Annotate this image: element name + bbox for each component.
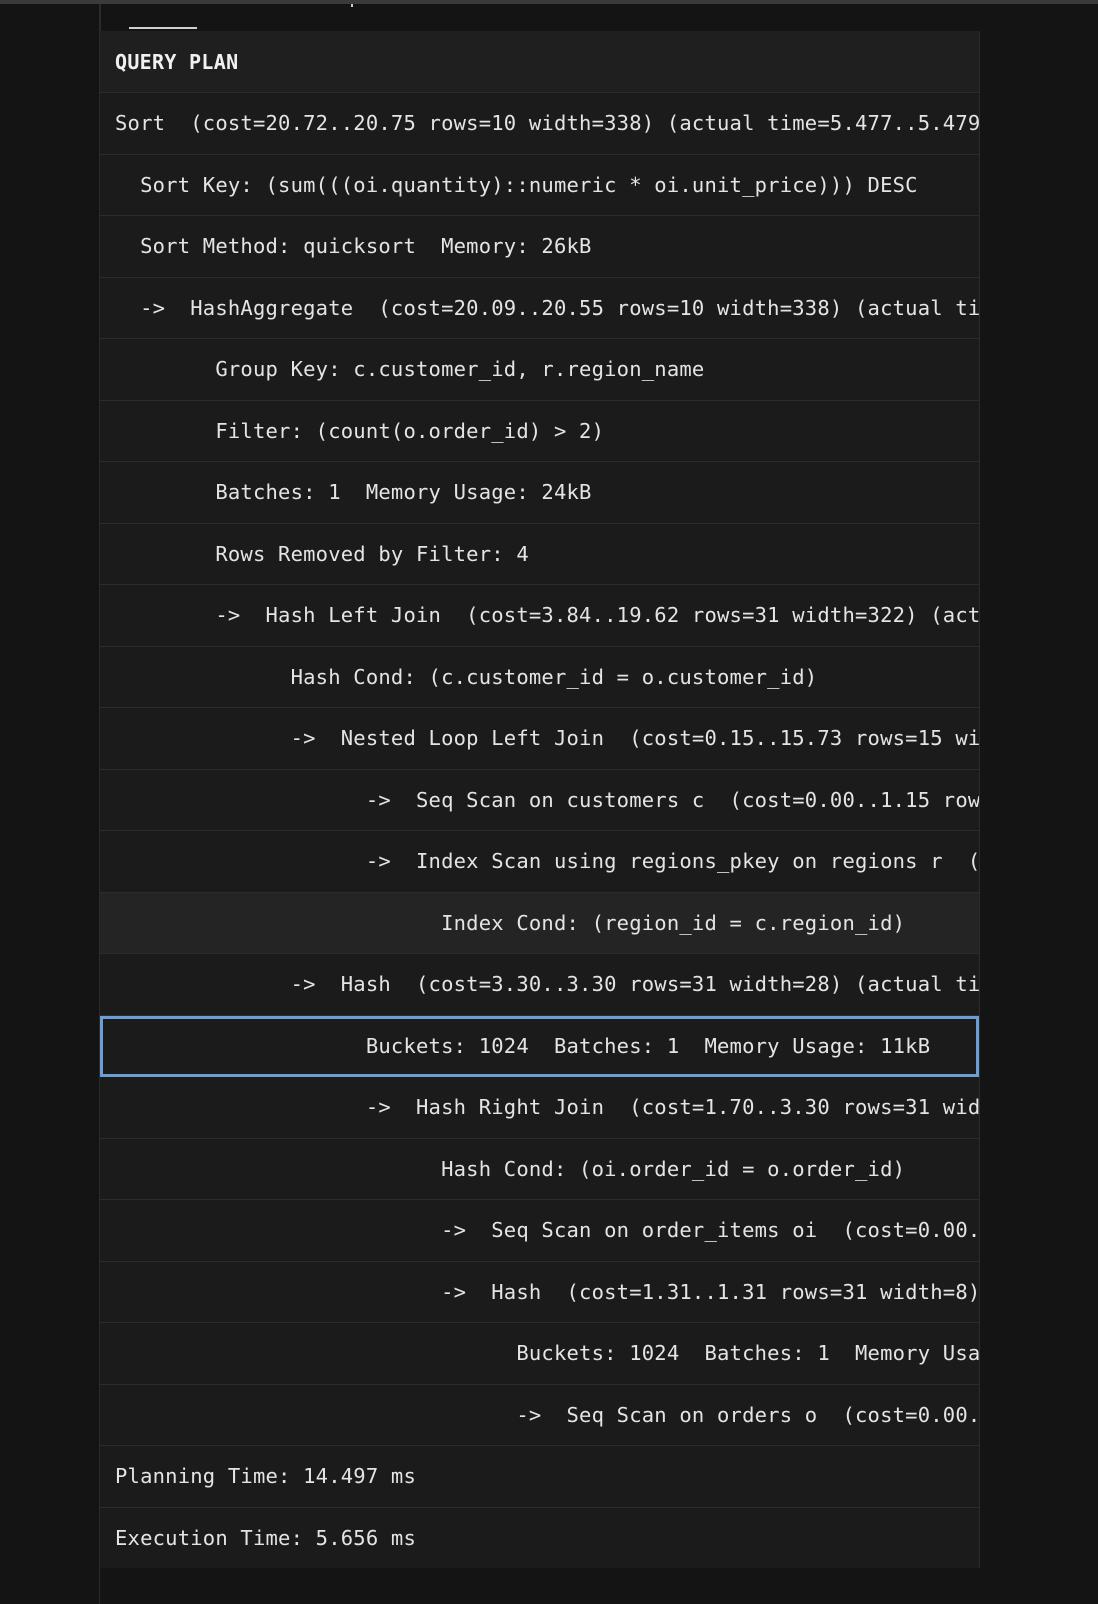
table-row[interactable]: Hash Cond: (c.customer_id = o.customer_i… (100, 647, 979, 708)
query-plan-cell[interactable]: Hash Cond: (c.customer_id = o.customer_i… (100, 665, 818, 689)
query-plan-cell[interactable]: Sort Method: quicksort Memory: 26kB (100, 234, 592, 258)
column-header-label: QUERY PLAN (115, 49, 239, 74)
query-plan-cell[interactable]: Execution Time: 5.656 ms (100, 1526, 416, 1550)
table-row[interactable]: Buckets: 1024 Batches: 1 Memory Usage: 1… (100, 1015, 979, 1077)
query-results-grid[interactable]: QUERY PLAN Sort (cost=20.72..20.75 rows=… (100, 31, 980, 1568)
table-row[interactable]: Hash Cond: (oi.order_id = o.order_id) (100, 1139, 979, 1200)
query-plan-cell[interactable]: Sort Key: (sum(((oi.quantity)::numeric *… (100, 173, 918, 197)
table-row[interactable]: -> HashAggregate (cost=20.09..20.55 rows… (100, 278, 979, 339)
query-plan-cell[interactable]: Index Cond: (region_id = c.region_id) (100, 911, 905, 935)
table-row[interactable]: Group Key: c.customer_id, r.region_name (100, 339, 979, 401)
table-row[interactable]: Filter: (count(o.order_id) > 2) (100, 401, 979, 462)
query-plan-cell[interactable]: Filter: (count(o.order_id) > 2) (100, 419, 604, 443)
query-plan-cell[interactable]: -> Nested Loop Left Join (cost=0.15..15.… (100, 726, 979, 750)
tab-marker (351, 4, 353, 7)
column-header-query-plan[interactable]: QUERY PLAN (100, 31, 979, 93)
query-plan-cell[interactable]: Batches: 1 Memory Usage: 24kB (100, 480, 592, 504)
query-plan-cell[interactable]: Buckets: 1024 Batches: 1 Memory Usage: 1… (100, 1341, 979, 1365)
table-row[interactable]: Index Cond: (region_id = c.region_id) (100, 892, 979, 954)
query-plan-cell[interactable]: -> Hash (cost=1.31..1.31 rows=31 width=8… (100, 1280, 979, 1304)
table-row[interactable]: Sort Key: (sum(((oi.quantity)::numeric *… (100, 155, 979, 216)
table-row[interactable]: -> Nested Loop Left Join (cost=0.15..15.… (100, 708, 979, 770)
table-row[interactable]: -> Seq Scan on order_items oi (cost=0.00… (100, 1200, 979, 1262)
table-row[interactable]: -> Seq Scan on customers c (cost=0.00..1… (100, 770, 979, 831)
query-plan-cell[interactable]: Buckets: 1024 Batches: 1 Memory Usage: 1… (100, 1034, 930, 1058)
query-plan-cell[interactable]: -> Seq Scan on orders o (cost=0.00..1.31… (100, 1403, 979, 1427)
table-row[interactable]: Execution Time: 5.656 ms (100, 1508, 979, 1569)
table-row[interactable]: Rows Removed by Filter: 4 (100, 524, 979, 585)
table-row[interactable]: -> Index Scan using regions_pkey on regi… (100, 831, 979, 893)
table-row[interactable]: Sort Method: quicksort Memory: 26kB (100, 216, 979, 278)
table-row[interactable]: -> Seq Scan on orders o (cost=0.00..1.31… (100, 1385, 979, 1446)
table-row[interactable]: Buckets: 1024 Batches: 1 Memory Usage: 1… (100, 1323, 979, 1385)
query-plan-cell[interactable]: -> Hash Right Join (cost=1.70..3.30 rows… (100, 1095, 979, 1119)
query-plan-cell[interactable]: -> Seq Scan on customers c (cost=0.00..1… (100, 788, 979, 812)
table-row[interactable]: -> Hash Left Join (cost=3.84..19.62 rows… (100, 585, 979, 647)
query-plan-cell[interactable]: -> HashAggregate (cost=20.09..20.55 rows… (100, 296, 979, 320)
table-row[interactable]: -> Hash (cost=1.31..1.31 rows=31 width=8… (100, 1262, 979, 1323)
table-row[interactable]: -> Hash (cost=3.30..3.30 rows=31 width=2… (100, 954, 979, 1016)
active-tab-indicator[interactable] (129, 27, 197, 29)
table-row[interactable]: Batches: 1 Memory Usage: 24kB (100, 462, 979, 524)
query-plan-cell[interactable]: Group Key: c.customer_id, r.region_name (100, 357, 704, 381)
query-plan-cell[interactable]: -> Hash Left Join (cost=3.84..19.62 rows… (100, 603, 979, 627)
query-plan-cell[interactable]: Sort (cost=20.72..20.75 rows=10 width=33… (100, 111, 979, 135)
grid-footer-space (100, 1568, 979, 1604)
query-plan-cell[interactable]: -> Hash (cost=3.30..3.30 rows=31 width=2… (100, 972, 979, 996)
query-plan-cell[interactable]: Rows Removed by Filter: 4 (100, 542, 529, 566)
table-row[interactable]: -> Hash Right Join (cost=1.70..3.30 rows… (100, 1077, 979, 1139)
query-plan-cell[interactable]: -> Index Scan using regions_pkey on regi… (100, 849, 979, 873)
query-plan-cell[interactable]: Hash Cond: (oi.order_id = o.order_id) (100, 1157, 905, 1181)
query-plan-cell[interactable]: Planning Time: 14.497 ms (100, 1464, 416, 1488)
query-plan-cell[interactable]: -> Seq Scan on order_items oi (cost=0.00… (100, 1218, 979, 1242)
table-row[interactable]: Sort (cost=20.72..20.75 rows=10 width=33… (100, 93, 979, 155)
table-row[interactable]: Planning Time: 14.497 ms (100, 1446, 979, 1508)
result-rows: Sort (cost=20.72..20.75 rows=10 width=33… (100, 93, 979, 1568)
